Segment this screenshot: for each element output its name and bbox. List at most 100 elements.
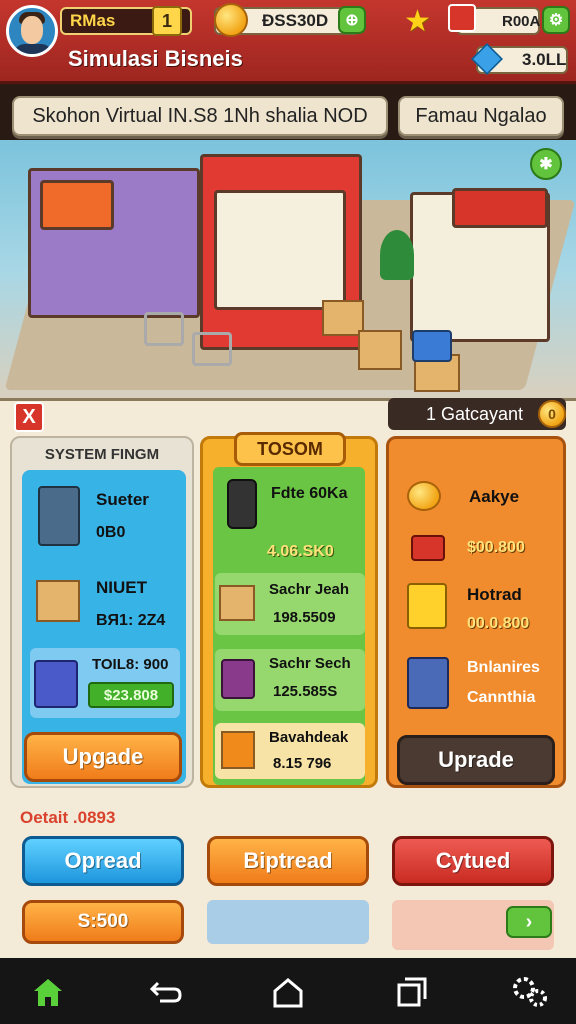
plant-icon (380, 230, 414, 280)
coin-stack-icon (407, 481, 441, 511)
system-item2-label: NIUET (96, 578, 147, 597)
shopping-cart-icon (144, 312, 184, 346)
secondary-banner-text: Famau Ngalao (415, 104, 547, 127)
avatar-face (21, 16, 43, 44)
opread-label: Opread (64, 848, 142, 873)
secondary-banner[interactable]: Famau Ngalao (398, 96, 564, 136)
star-value: R00A (502, 12, 541, 30)
footer-label: Oetait .0893 (20, 808, 116, 827)
upgrade-label: Upgade (62, 744, 144, 769)
gears-icon[interactable] (510, 972, 550, 1012)
vending-machine-icon (407, 583, 447, 629)
back-icon[interactable] (146, 972, 186, 1012)
price-label: S:500 (77, 911, 129, 932)
house-outline-glyph (273, 978, 303, 1008)
upgrade-button[interactable]: Upgade (24, 732, 182, 782)
home-icon[interactable] (28, 972, 68, 1012)
paper-bag-icon (219, 585, 255, 621)
category-label: 1 Gatcayant (426, 403, 524, 424)
tools-icon: ✱ (539, 156, 553, 173)
tosom-item4-value: 8.15 796 (273, 755, 332, 772)
shop-right-awning (452, 188, 548, 228)
biptread-label: Biptread (243, 848, 333, 873)
gift-box-icon (221, 659, 255, 699)
biptread-button[interactable]: Biptread (207, 836, 369, 886)
category-count: 0 (548, 406, 556, 422)
player-avatar[interactable] (6, 5, 58, 57)
empty-slot (207, 900, 369, 944)
crate (358, 330, 402, 370)
opread-button[interactable]: Opread (22, 836, 184, 886)
orange-column: Aakye $00.800 Hotrad 00.0.800 Bnlanires … (386, 436, 566, 788)
tosom-item2-value: 198.5509 (273, 609, 336, 626)
next-page-button[interactable]: › (506, 906, 552, 938)
level-badge: 1 (152, 6, 182, 36)
add-coins-button[interactable]: ⊕ (338, 6, 366, 34)
game-screen: RMas 1 ĐSS30D ⊕ ★ R00A ⚙ Simulasi Bisnei… (0, 0, 576, 1024)
home-icon-glyph (34, 979, 62, 1006)
system-column: SYSTEM FINGM Sueter 0B0 NIUET BЯ1: 2Z4 T… (10, 436, 194, 788)
scene-tool-button[interactable]: ✱ (530, 148, 562, 180)
tosom-item3-value: 125.585S (273, 683, 338, 700)
tosom-item1-label: Fdte 60Ka (271, 485, 348, 502)
orange-item3-label-2: Cannthia (467, 689, 536, 706)
tosom-tab[interactable]: TOSOM (234, 432, 346, 466)
atm-machine-icon (38, 486, 80, 546)
coins-value: ĐSS30D (262, 11, 329, 30)
gear-icon: ⚙ (548, 12, 564, 29)
orange-item3-label: Bnlanires (467, 659, 540, 676)
store-scene: ✱ (0, 140, 576, 398)
page-title: Simulasi Bisneis (68, 46, 243, 71)
system-item1-label: Sueter (96, 490, 149, 509)
cytued-label: Cytued (435, 848, 511, 873)
uprade-button[interactable]: Uprade (397, 735, 555, 785)
tosom-tab-label: TOSOM (257, 438, 323, 459)
system-column-title: SYSTEM FINGM (44, 446, 160, 463)
store-info-banner: Skohon Virtual IN.S8 1Nh shalia NOD (12, 96, 388, 136)
tosom-item3-label: Sachr Sech (269, 655, 351, 672)
system-item3-label: TOIL8: 900 (92, 656, 169, 673)
arrow-right-icon: › (525, 910, 533, 933)
shopping-cart-icon (192, 332, 232, 366)
goods-box-icon (36, 580, 80, 622)
tosom-item1-value: 4.06.SK0 (267, 543, 334, 560)
system-item3-value: $23.808 (103, 686, 159, 704)
settings-mini-button[interactable]: ⚙ (542, 6, 570, 34)
system-item1-value: 0B0 (96, 524, 126, 541)
shop-center-interior (214, 190, 346, 310)
gears-glyph (513, 977, 547, 1007)
house-outline-icon[interactable] (268, 972, 308, 1012)
level-value: 1 (161, 10, 172, 31)
recent-apps-icon[interactable] (392, 972, 432, 1012)
cytued-button[interactable]: Cytued (392, 836, 554, 886)
display-shelf-icon (407, 657, 449, 709)
category-count-coin: 0 (538, 400, 566, 428)
system-item3-value-badge: $23.808 (88, 682, 174, 708)
store-info-text: Skohon Virtual IN.S8 1Nh shalia NOD (32, 104, 368, 127)
orange-item1-value: $00.800 (467, 539, 525, 556)
star-icon: ★ (404, 5, 431, 38)
shop-left-sign (40, 180, 114, 230)
cash-register-icon (412, 330, 452, 362)
orange-item2-value: 00.0.800 (467, 615, 530, 632)
coin-icon (214, 3, 248, 37)
shopping-basket-icon (34, 660, 78, 708)
back-icon-glyph (149, 981, 182, 1003)
recent-apps-glyph (397, 977, 427, 1007)
cash-bundle-icon (411, 535, 445, 561)
orange-item2-label: Hotrad (467, 585, 522, 604)
uprade-label: Uprade (438, 747, 514, 772)
system-item2-value: BЯ1: 2Z4 (96, 612, 166, 629)
stacked-boxes-icon (221, 731, 255, 769)
close-icon: X (22, 405, 36, 428)
tosom-column: Fdte 60Ka 4.06.SK0 Sachr Jeah 198.5509 S… (200, 436, 378, 788)
orange-item1-label: Aakye (469, 487, 520, 506)
close-panel-button[interactable]: X (14, 402, 44, 432)
mailbox-icon (448, 4, 476, 32)
player-name: RMas (70, 11, 116, 30)
smartphone-icon (227, 479, 257, 529)
price-button[interactable]: S:500 (22, 900, 184, 944)
tosom-item4-label: Bavahdeak (269, 729, 349, 746)
gem-value: 3.0LL (522, 50, 567, 69)
plus-icon: ⊕ (345, 12, 359, 29)
